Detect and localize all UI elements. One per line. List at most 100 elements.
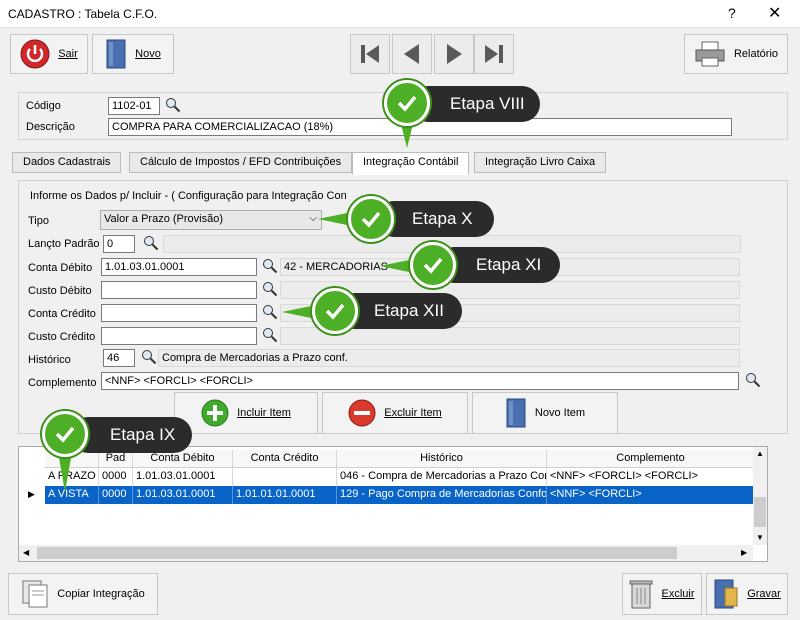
vertical-scrollbar[interactable]: ▲ ▼ [753,447,767,545]
close-button[interactable]: ✕ [768,3,781,23]
search-icon[interactable] [165,97,181,113]
historico-desc: Compra de Mercadorias a Prazo conf. [158,349,740,367]
novo-item-label: Novo Item [534,407,586,419]
scroll-thumb[interactable] [754,497,766,527]
codigo-field[interactable]: 1102-01 [108,97,160,115]
last-icon [485,45,503,63]
check-icon [312,288,358,334]
row-credito: 1.01.01.01.0001 [233,486,337,504]
horizontal-scrollbar[interactable]: ◀ ▶ [19,545,753,561]
historico-field[interactable]: 46 [103,349,135,367]
copy-document-icon [22,580,48,608]
grid-header-complemento[interactable]: Complemento [547,450,755,468]
novo-item-button[interactable]: Novo Item [472,392,618,434]
custo-credito-label: Custo Crédito [28,331,96,343]
historico-label: Histórico [28,354,71,366]
incluir-item-button[interactable]: Incluir Item [174,392,318,434]
row-credito [233,468,337,486]
help-button[interactable]: ? [728,5,736,21]
row-debito: 1.01.03.01.0001 [133,468,233,486]
callout-pointer-icon [282,305,316,319]
row-indicator-icon: ▶ [28,489,35,499]
custo-credito-field[interactable] [101,327,257,345]
row-historico: 046 - Compra de Mercadorias a Prazo Conf [337,468,547,486]
excluir-item-label: Excluir Item [384,407,442,419]
save-icon [714,579,738,609]
search-icon[interactable] [143,235,159,251]
lancto-label: Lançto Padrão [28,238,100,250]
tipo-select[interactable]: Valor a Prazo (Provisão) ⌵ [100,210,322,230]
incluir-item-label: Incluir Item [237,407,291,419]
tab-calculo-impostos[interactable]: Cálculo de Impostos / EFD Contribuições [129,152,353,173]
custo-debito-label: Custo Débito [28,285,92,297]
callout-pointer-icon [318,212,352,226]
grid-header-historico[interactable]: Histórico [337,450,547,468]
tab-integracao-contabil[interactable]: Integração Contábil [352,152,470,175]
power-icon [20,39,50,69]
trash-icon [629,580,653,609]
next-icon [447,44,462,64]
first-record-button[interactable] [350,34,390,74]
integracao-grid[interactable]: Pad Conta Débito Conta Crédito Histórico… [18,446,768,562]
next-record-button[interactable] [434,34,474,74]
excluir-item-button[interactable]: Excluir Item [322,392,468,434]
conta-credito-field[interactable] [101,304,257,322]
excluir-button[interactable]: Excluir [622,573,702,615]
first-icon [361,45,379,63]
callout-pointer-icon [58,452,72,492]
check-icon [384,80,430,126]
scroll-up-icon[interactable]: ▲ [756,449,764,458]
row-historico: 129 - Pago Compra de Mercadorias Confor [337,486,547,504]
table-row-selected[interactable]: A VISTA 0000 1.01.03.01.0001 1.01.01.01.… [45,486,755,504]
excluir-label: Excluir [661,588,695,600]
scroll-left-icon[interactable]: ◀ [23,548,29,557]
custo-credito-desc [280,327,740,345]
previous-icon [404,44,419,64]
previous-record-button[interactable] [392,34,432,74]
title-bar: CADASTRO : Tabela C.F.O. ? ✕ [0,0,800,28]
new-document-icon [106,39,126,69]
remove-icon [348,399,376,427]
sair-button[interactable]: Sair [10,34,88,74]
conta-debito-label: Conta Débito [28,262,93,274]
last-record-button[interactable] [474,34,514,74]
callout-pointer-icon [380,259,414,273]
lancto-field[interactable]: 0 [103,235,135,253]
descricao-label: Descrição [26,121,75,133]
table-row[interactable]: A PRAZO 0000 1.01.03.01.0001 046 - Compr… [19,468,755,486]
grid-header-conta-credito[interactable]: Conta Crédito [233,450,337,468]
search-icon[interactable] [141,349,157,365]
relatorio-label: Relatório [733,48,779,60]
check-icon [410,242,456,288]
tab-integracao-livro-caixa[interactable]: Integração Livro Caixa [474,152,607,173]
check-icon [42,411,88,457]
copiar-integracao-label: Copiar Integração [57,588,145,600]
sair-label: Sair [58,48,78,60]
row-pad: 0000 [99,468,133,486]
conta-debito-field[interactable]: 1.01.03.01.0001 [101,258,257,276]
codigo-label: Código [26,100,61,112]
custo-debito-field[interactable] [101,281,257,299]
novo-button[interactable]: Novo [92,34,174,74]
search-icon[interactable] [262,327,278,343]
search-icon[interactable] [745,372,761,388]
tipo-label: Tipo [28,215,49,227]
scroll-down-icon[interactable]: ▼ [756,533,764,542]
search-icon[interactable] [262,304,278,320]
check-icon [348,196,394,242]
tipo-selected-value: Valor a Prazo (Provisão) [104,213,224,225]
complemento-field[interactable]: <NNF> <FORCLI> <FORCLI> [101,372,739,390]
search-icon[interactable] [262,258,278,274]
scroll-h-thumb[interactable] [37,547,677,559]
novo-label: Novo [135,48,161,60]
tab-dados-cadastrais[interactable]: Dados Cadastrais [12,152,122,173]
gravar-label: Gravar [747,588,781,600]
window-title: CADASTRO : Tabela C.F.O. [8,7,158,21]
chevron-down-icon: ⌵ [309,213,317,224]
copiar-integracao-button[interactable]: Copiar Integração [8,573,158,615]
gravar-button[interactable]: Gravar [706,573,788,615]
scroll-right-icon[interactable]: ▶ [741,548,747,557]
relatorio-button[interactable]: Relatório [684,34,788,74]
search-icon[interactable] [262,281,278,297]
add-icon [201,399,229,427]
